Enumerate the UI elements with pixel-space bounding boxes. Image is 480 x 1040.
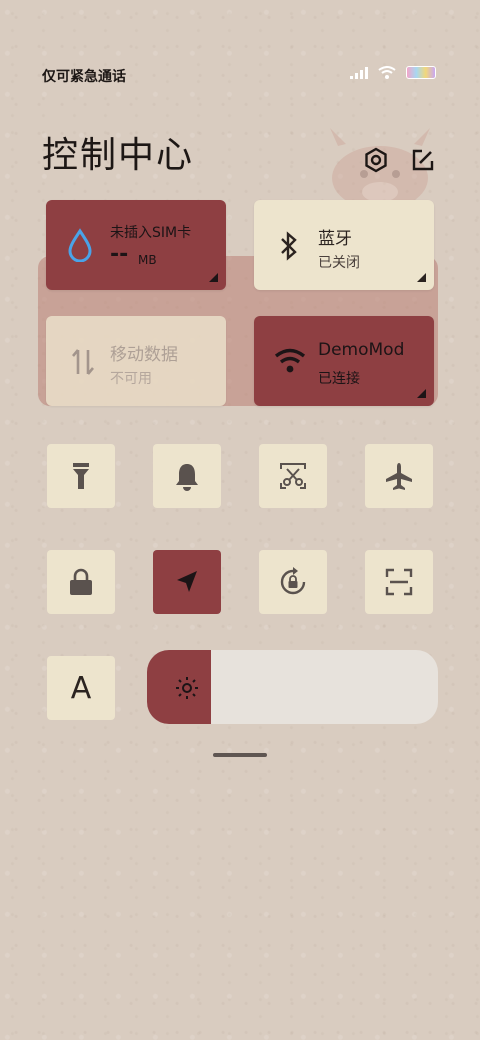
scanner-toggle[interactable] xyxy=(365,550,433,614)
sun-icon xyxy=(176,677,198,699)
flashlight-icon xyxy=(73,463,89,489)
edit-icon[interactable] xyxy=(408,145,438,175)
bluetooth-icon xyxy=(281,231,297,261)
data-usage-unit: MB xyxy=(138,253,157,267)
wifi-label: DemoMod xyxy=(318,340,405,360)
scan-icon xyxy=(385,568,413,596)
sound-toggle[interactable] xyxy=(153,444,221,508)
page-title: 控制中心 xyxy=(42,135,195,176)
wifi-status: 已连接 xyxy=(318,371,360,387)
mobile-data-status: 不可用 xyxy=(110,371,152,387)
data-usage-label: 未插入SIM卡 xyxy=(110,225,192,241)
scissors-icon xyxy=(280,463,306,489)
bluetooth-tile[interactable]: 蓝牙 已关闭 xyxy=(254,200,434,290)
expand-corner-icon xyxy=(417,273,426,282)
rotation-lock-toggle[interactable] xyxy=(259,550,327,614)
settings-icon[interactable] xyxy=(361,145,391,175)
data-usage-tile[interactable]: 未插入SIM卡 -- MB xyxy=(46,200,226,290)
lock-icon xyxy=(70,568,92,595)
signal-icon xyxy=(350,66,368,79)
location-icon xyxy=(177,571,197,592)
home-indicator[interactable] xyxy=(213,753,267,757)
wifi-icon xyxy=(378,66,396,79)
location-toggle[interactable] xyxy=(153,550,221,614)
wifi-icon xyxy=(274,348,306,373)
wifi-tile[interactable]: DemoMod 已连接 xyxy=(254,316,434,406)
status-text: 仅可紧急通话 xyxy=(42,69,126,85)
airplane-icon xyxy=(386,463,412,490)
mobile-data-label: 移动数据 xyxy=(110,345,178,365)
expand-corner-icon xyxy=(209,273,218,282)
brightness-slider[interactable] xyxy=(147,650,438,724)
data-usage-value: -- xyxy=(110,242,129,267)
screenshot-toggle[interactable] xyxy=(259,444,327,508)
water-drop-icon xyxy=(68,228,92,262)
status-icons xyxy=(350,66,436,79)
rotate-lock-icon xyxy=(280,567,306,595)
expand-corner-icon xyxy=(417,389,426,398)
mobile-data-tile[interactable]: 移动数据 不可用 xyxy=(46,316,226,406)
battery-icon xyxy=(406,66,436,79)
font-icon: A xyxy=(70,670,92,706)
mobile-data-icon xyxy=(72,349,94,375)
bluetooth-status: 已关闭 xyxy=(318,255,360,271)
bell-icon xyxy=(176,464,198,491)
airplane-toggle[interactable] xyxy=(365,444,433,508)
font-toggle[interactable]: A xyxy=(47,656,115,720)
lock-toggle[interactable] xyxy=(47,550,115,614)
flashlight-toggle[interactable] xyxy=(47,444,115,508)
bluetooth-label: 蓝牙 xyxy=(318,229,352,249)
